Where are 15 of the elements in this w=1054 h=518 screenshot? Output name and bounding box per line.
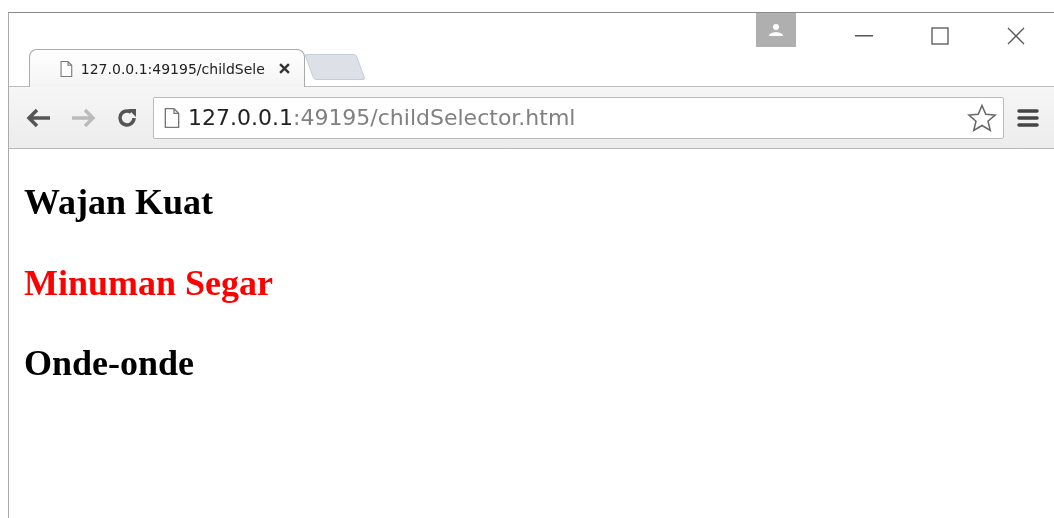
- page-icon: [60, 60, 73, 77]
- address-bar[interactable]: 127.0.0.1:49195/childSelector.html: [153, 96, 1004, 139]
- heading: Onde-onde: [24, 344, 196, 384]
- url-text: 127.0.0.1:49195/childSelector.html: [188, 105, 577, 130]
- heading: Minuman Segar: [24, 263, 274, 304]
- menu-icon[interactable]: [1017, 107, 1039, 128]
- browser-tab[interactable]: 127.0.0.1:49195/childSele: [29, 49, 305, 87]
- bookmark-star-icon[interactable]: [967, 102, 997, 133]
- close-icon[interactable]: [1007, 27, 1025, 45]
- minimize-icon[interactable]: [855, 35, 873, 37]
- back-arrow-icon[interactable]: [26, 107, 52, 128]
- page-icon: [164, 107, 180, 128]
- heading: Wajan Kuat: [24, 183, 215, 223]
- person-icon: [769, 24, 783, 36]
- maximize-icon[interactable]: [931, 27, 949, 45]
